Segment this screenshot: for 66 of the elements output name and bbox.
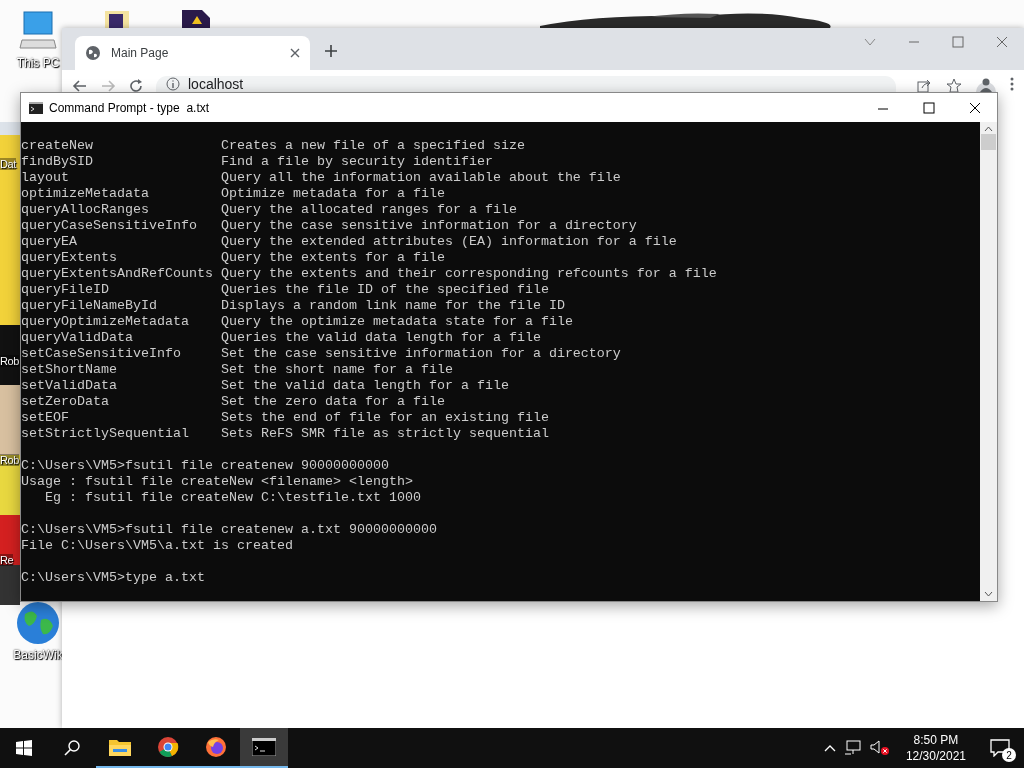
close-icon[interactable] xyxy=(290,48,300,58)
scroll-up-icon[interactable] xyxy=(984,126,993,132)
clock[interactable]: 8:50 PM 12/30/2021 xyxy=(905,732,966,764)
console-line: layout Query all the information available about the file xyxy=(21,170,621,186)
icon-label: Dat xyxy=(0,158,16,170)
file-icon xyxy=(180,10,210,28)
console-line: setStrictlySequential Sets ReFS SMR file as strictly sequential xyxy=(21,426,549,442)
star-icon[interactable] xyxy=(946,78,962,92)
search-icon[interactable] xyxy=(64,740,80,756)
console-line: queryEA Query the extended attributes (EA) information for a file xyxy=(21,234,677,250)
reload-icon[interactable] xyxy=(128,78,144,92)
icon-label: Re xyxy=(0,554,14,566)
console-line: Usage : fsutil file createNew <filename> <length> xyxy=(21,474,413,490)
terminal-icon xyxy=(29,101,43,114)
windows-icon[interactable] xyxy=(16,740,32,756)
firefox-icon[interactable] xyxy=(205,736,227,758)
console-line: queryOptimizeMetadata Query the optimize metadata state for a file xyxy=(21,314,573,330)
scrollbar[interactable] xyxy=(980,122,997,601)
close-icon[interactable] xyxy=(969,101,981,114)
chrome-icon[interactable] xyxy=(157,736,179,758)
console-line: C:\Users\VM5>fsutil file createnew a.txt 90000000000 xyxy=(21,522,437,538)
network-icon[interactable] xyxy=(843,740,862,756)
taskbar-app[interactable] xyxy=(240,728,288,768)
info-icon xyxy=(166,77,180,91)
muted-speaker-icon[interactable] xyxy=(869,740,890,756)
console-line: setCaseSensitiveInfo Set the case sensitive information for a directory xyxy=(21,346,621,362)
maximize-icon[interactable] xyxy=(923,101,935,114)
console-line: queryExtentsAndRefCounts Query the extents and their corresponding refcounts for a file xyxy=(21,266,717,282)
console-line: createNew Creates a new file of a specified size xyxy=(21,138,525,154)
console-line: queryExtents Query the extents for a file xyxy=(21,250,445,266)
console-line: findBySID Find a file by security identifier xyxy=(21,154,493,170)
icon-label: This PC xyxy=(16,56,60,70)
notification-count: 2 xyxy=(1002,748,1016,762)
back-icon[interactable] xyxy=(72,78,88,92)
console-line: queryAllocRanges Query the allocated ranges for a file xyxy=(21,202,517,218)
icon-label: BasicWik xyxy=(13,648,63,662)
chevron-up-icon[interactable] xyxy=(823,744,836,752)
globe-icon xyxy=(85,45,101,61)
icon-label: Rob xyxy=(0,355,19,367)
scroll-thumb[interactable] xyxy=(981,134,996,150)
console-line: C:\Users\VM5>fsutil file createnew 90000000000 xyxy=(21,458,389,474)
address-field[interactable]: localhost xyxy=(156,76,896,92)
console-line: setValidData Set the valid data length for a file xyxy=(21,378,509,394)
share-icon[interactable] xyxy=(916,78,932,92)
console-line: queryValidData Queries the valid data length for a file xyxy=(21,330,541,346)
file-icon xyxy=(104,10,130,28)
plus-icon[interactable] xyxy=(324,44,338,58)
console-line: setShortName Set the short name for a file xyxy=(21,362,453,378)
console-line: C:\Users\VM5>type a.txt xyxy=(21,570,205,586)
browser-tab[interactable]: Main Page xyxy=(75,36,310,70)
console-line: optimizeMetadata Optimize metadata for a file xyxy=(21,186,445,202)
folder-icon[interactable] xyxy=(108,737,132,757)
icon-label: Rob xyxy=(0,454,19,466)
window-title: Command Prompt - type a.txt xyxy=(49,100,211,115)
console-line: queryFileNameById Displays a random link name for the file ID xyxy=(21,298,565,314)
console-line: Eg : fsutil file createNew C:\testfile.txt 1000 xyxy=(44,490,421,506)
console-line: setEOF Sets the end of file for an existing file xyxy=(21,410,549,426)
console-line: queryFileID Queries the file ID of the specified file xyxy=(21,282,549,298)
terminal-icon[interactable] xyxy=(252,738,276,756)
scroll-down-icon[interactable] xyxy=(984,591,993,597)
globe-icon xyxy=(15,600,61,646)
notification-icon[interactable] xyxy=(990,739,1010,757)
menu-icon[interactable] xyxy=(1010,76,1014,92)
console-line: queryCaseSensitiveInfo Query the case sensitive information for a directory xyxy=(21,218,637,234)
console-line: setZeroData Set the zero data for a file xyxy=(21,394,445,410)
console-line: File C:\Users\VM5\a.txt is created xyxy=(21,538,293,554)
